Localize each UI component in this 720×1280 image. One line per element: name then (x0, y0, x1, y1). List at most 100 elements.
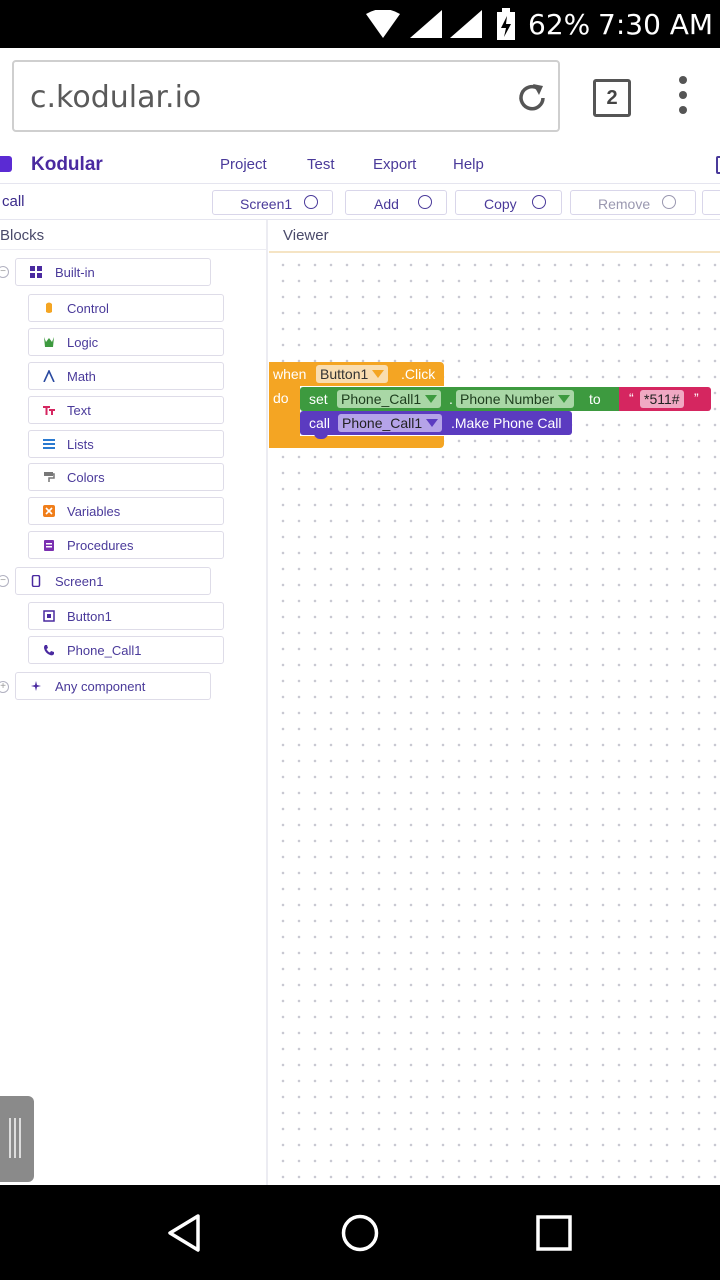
copy-icon (532, 195, 546, 209)
back-icon[interactable] (166, 1213, 202, 1253)
account-icon[interactable] (716, 156, 720, 174)
screen-selector[interactable]: Screen1 (212, 190, 333, 215)
set-property-dropdown[interactable]: Phone Number (456, 390, 575, 408)
copy-screen-button[interactable]: Copy (455, 190, 562, 215)
tree-procedures[interactable]: Procedures (28, 531, 224, 559)
tree-builtin-label: Built-in (55, 265, 95, 280)
tree-colors[interactable]: Colors (28, 463, 224, 491)
event-component-dropdown[interactable]: Button1 (316, 365, 389, 383)
chevron-down-icon (372, 370, 385, 378)
recents-icon[interactable] (536, 1215, 572, 1251)
plus-icon (418, 195, 432, 209)
chevron-down-icon (558, 395, 571, 403)
home-icon[interactable] (340, 1213, 380, 1253)
grid-icon (30, 266, 42, 278)
set-property-value: Phone Number (460, 391, 555, 407)
url-bar[interactable]: c.kodular.io (12, 60, 560, 132)
phone-call-icon (44, 645, 54, 656)
tree-logic[interactable]: Logic (28, 328, 224, 356)
remove-screen-button[interactable]: Remove (570, 190, 696, 215)
chevron-down-icon (425, 395, 438, 403)
paint-roller-icon (44, 472, 55, 482)
system-nav-bar (0, 1185, 720, 1280)
control-icon (46, 302, 52, 313)
reload-icon[interactable] (514, 80, 550, 116)
collapse-builtin-icon[interactable]: − (0, 266, 9, 278)
tree-procedures-label: Procedures (67, 538, 134, 553)
logic-icon (44, 337, 54, 347)
tree-control[interactable]: Control (28, 294, 224, 322)
tree-any-component-label: Any component (55, 679, 146, 694)
tree-text[interactable]: Text (28, 396, 224, 424)
tree-builtin[interactable]: Built-in (15, 258, 211, 286)
designer-toolbar: call Screen1 Add Copy Remove (0, 184, 720, 220)
remove-screen-label: Remove (598, 196, 651, 212)
tree-math-label: Math (67, 369, 96, 384)
tree-phone-call1-label: Phone_Call1 (67, 643, 142, 658)
chevron-down-icon (304, 195, 318, 209)
math-icon (43, 370, 55, 382)
tree-button1-label: Button1 (67, 609, 112, 624)
expand-any-component-icon[interactable]: + (0, 681, 9, 693)
signal-icon (410, 10, 442, 38)
tree-button1[interactable]: Button1 (28, 602, 224, 630)
button-icon (43, 610, 55, 622)
clock: 7:30 AM (598, 8, 714, 41)
status-bar: 62% 7:30 AM (0, 0, 720, 48)
url-text[interactable]: c.kodular.io (30, 80, 201, 115)
tree-control-label: Control (67, 301, 109, 316)
menu-export[interactable]: Export (373, 156, 416, 173)
battery-icon (497, 8, 515, 40)
blocks-panel-header: Blocks (0, 220, 266, 250)
tree-variables[interactable]: Variables (28, 497, 224, 525)
string-value-field[interactable]: *511# (640, 390, 684, 408)
tree-variables-label: Variables (67, 504, 121, 519)
variables-icon (43, 505, 55, 517)
tree-screen1[interactable]: Screen1 (15, 567, 211, 595)
add-screen-label: Add (374, 196, 399, 212)
call-component-dropdown[interactable]: Phone_Call1 (338, 414, 443, 432)
call-label: call (309, 415, 331, 431)
screen-selector-label: Screen1 (240, 196, 293, 212)
app-name: Kodular (31, 154, 103, 175)
project-name: call (2, 193, 25, 210)
tab-switcher-button[interactable]: 2 (593, 79, 631, 117)
add-screen-button[interactable]: Add (345, 190, 447, 215)
tree-text-label: Text (67, 403, 91, 418)
tree-lists-label: Lists (67, 437, 94, 452)
set-dot-label: . (449, 391, 453, 407)
collapse-screen1-icon[interactable]: − (0, 575, 9, 587)
text-icon (43, 406, 55, 415)
blocks-panel-title: Blocks (0, 227, 45, 244)
menu-test[interactable]: Test (307, 156, 335, 173)
battery-level: 62% (528, 8, 591, 41)
quote-open-label: “ (629, 390, 634, 406)
menu-help[interactable]: Help (453, 156, 484, 173)
drawer-handle[interactable] (0, 1096, 34, 1182)
tree-screen1-label: Screen1 (55, 574, 104, 589)
event-component-value: Button1 (320, 366, 369, 382)
copy-screen-label: Copy (484, 196, 517, 212)
event-when-label: when (273, 366, 307, 382)
browser-menu-icon[interactable] (676, 76, 690, 120)
tree-colors-label: Colors (67, 470, 105, 485)
list-icon (43, 439, 55, 449)
tree-math[interactable]: Math (28, 362, 224, 390)
procedures-icon (44, 540, 54, 551)
menu-project[interactable]: Project (220, 156, 267, 173)
overflow-toolbar-button[interactable] (702, 190, 720, 215)
set-label: set (309, 391, 328, 407)
wifi-icon (366, 10, 400, 38)
sparkle-icon (31, 681, 41, 691)
tree-logic-label: Logic (67, 335, 99, 350)
tree-any-component[interactable]: Any component (15, 672, 211, 700)
close-circle-icon (662, 195, 676, 209)
panel-divider[interactable] (266, 220, 268, 1185)
tree-phone-call1[interactable]: Phone_Call1 (28, 636, 224, 664)
set-component-dropdown[interactable]: Phone_Call1 (337, 390, 442, 408)
browser-toolbar: c.kodular.io 2 (0, 48, 720, 144)
signal-icon-2 (450, 10, 482, 38)
set-component-value: Phone_Call1 (341, 391, 422, 407)
event-block-footer[interactable] (269, 436, 444, 448)
tree-lists[interactable]: Lists (28, 430, 224, 458)
